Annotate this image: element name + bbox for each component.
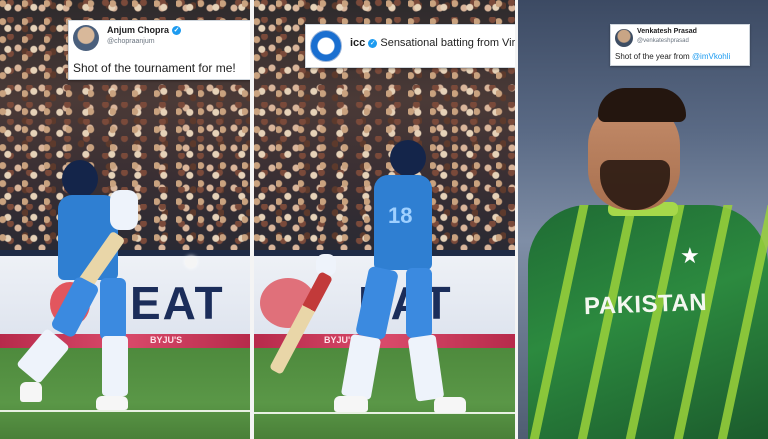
tweet-author-name[interactable]: Anjum Chopra ✓ bbox=[107, 25, 181, 36]
cricket-ball bbox=[185, 256, 197, 268]
batsman-helmet bbox=[390, 140, 426, 176]
tweet-body: icc✓ Sensational batting from Virat Kohl… bbox=[350, 36, 515, 49]
tweet-card[interactable]: Anjum Chopra ✓ @chopraanjum Shot of the t… bbox=[68, 20, 250, 80]
icc-logo-avatar[interactable] bbox=[310, 30, 342, 62]
tweet-card[interactable]: Venkatesh Prasad @venkateshprasad Shot o… bbox=[610, 24, 750, 66]
shoe bbox=[96, 396, 128, 410]
batsman-leg bbox=[406, 268, 432, 338]
verified-icon: ✓ bbox=[368, 38, 378, 48]
tweet-card[interactable]: icc✓ Sensational batting from Virat Kohl… bbox=[305, 24, 515, 68]
jersey-team-name: PAKISTAN bbox=[583, 288, 708, 321]
avatar[interactable] bbox=[615, 29, 633, 47]
tweet-author-name[interactable]: icc bbox=[350, 37, 365, 49]
tweet-author-name[interactable]: Venkatesh Prasad bbox=[637, 28, 697, 35]
batsman-leg bbox=[100, 278, 126, 340]
tweet-text: Shot of the year from @imVkohli bbox=[615, 52, 731, 61]
jersey-stripe bbox=[672, 205, 733, 439]
jersey-stripe bbox=[528, 205, 589, 439]
jersey-stripe bbox=[576, 205, 637, 439]
photo-panel-bowler-reaction: ★ PAKISTAN Venkatesh Prasad @venkateshpr… bbox=[518, 0, 768, 439]
shoe bbox=[20, 382, 42, 402]
mention-link[interactable]: @imVkohli bbox=[692, 52, 730, 61]
shoe bbox=[434, 397, 466, 413]
tweet-text: Sensational batting from Virat Kohli! bbox=[380, 37, 515, 49]
pakistan-jersey: ★ bbox=[528, 205, 768, 439]
player-hair bbox=[598, 88, 686, 122]
photo-panel-after-shot: EAT BYJU'S 18 icc✓ Sensational batting f… bbox=[254, 0, 515, 439]
leg-pad bbox=[102, 336, 128, 396]
jersey-number: 18 bbox=[388, 203, 413, 228]
batsman-helmet bbox=[62, 160, 98, 198]
crease-line bbox=[0, 410, 250, 412]
avatar[interactable] bbox=[73, 25, 99, 51]
batting-gloves bbox=[110, 190, 138, 230]
tweet-text: Shot of the tournament for me! bbox=[73, 61, 236, 75]
tweet-author-handle[interactable]: @venkateshprasad bbox=[637, 38, 689, 44]
tweet-author-handle[interactable]: @chopraanjum bbox=[107, 38, 155, 45]
shoe bbox=[334, 396, 368, 412]
jersey-stripe bbox=[624, 205, 685, 439]
crease-line bbox=[254, 412, 515, 414]
photo-panel-batting-shot: EAT BYJU'S Anjum Chopra ✓ @chopraanjum Sh… bbox=[0, 0, 250, 439]
star-icon: ★ bbox=[680, 243, 700, 268]
batsman-jersey: 18 bbox=[374, 175, 432, 270]
strip-text: BYJU'S bbox=[150, 335, 183, 345]
verified-icon: ✓ bbox=[172, 26, 181, 36]
pitch-grass bbox=[254, 348, 515, 439]
board-text: EAT bbox=[130, 277, 225, 329]
